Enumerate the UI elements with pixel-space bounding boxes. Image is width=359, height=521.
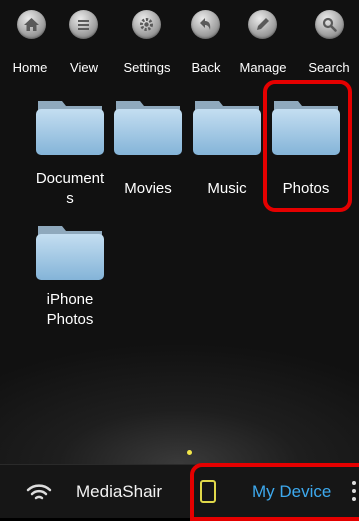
folder-icon — [36, 226, 104, 280]
folder-label: iPhone Photos — [46, 291, 94, 328]
page-indicator-dot — [187, 450, 192, 455]
search-icon — [315, 10, 344, 39]
manage-button[interactable]: Manage — [233, 10, 293, 76]
pencil-icon — [248, 10, 277, 39]
mediashair-device-name[interactable]: MediaShair — [76, 482, 162, 502]
back-arrow-icon — [191, 10, 220, 39]
home-label: Home — [12, 60, 48, 75]
wifi-icon — [26, 484, 52, 500]
view-button[interactable]: View — [54, 10, 114, 76]
search-button[interactable]: Search — [299, 10, 359, 76]
home-button[interactable]: Home — [0, 10, 60, 76]
my-device-highlight-box — [190, 463, 359, 521]
back-label: Back — [191, 60, 221, 75]
list-icon — [69, 10, 98, 39]
folder-icon — [36, 101, 104, 155]
settings-button[interactable]: Settings — [117, 10, 177, 76]
folder-icon — [193, 101, 261, 155]
folder-icon — [114, 101, 182, 155]
manage-label: Manage — [239, 60, 287, 75]
photos-highlight-box — [263, 80, 352, 212]
home-icon — [17, 10, 46, 39]
settings-label: Settings — [123, 60, 171, 75]
file-browser-screen: Home View Settings Back Manage Search Do… — [0, 0, 359, 464]
top-toolbar: Home View Settings Back Manage Search — [0, 0, 359, 82]
search-label: Search — [308, 60, 350, 75]
back-button[interactable]: Back — [176, 10, 236, 76]
gear-icon — [132, 10, 161, 39]
view-label: View — [70, 60, 98, 75]
